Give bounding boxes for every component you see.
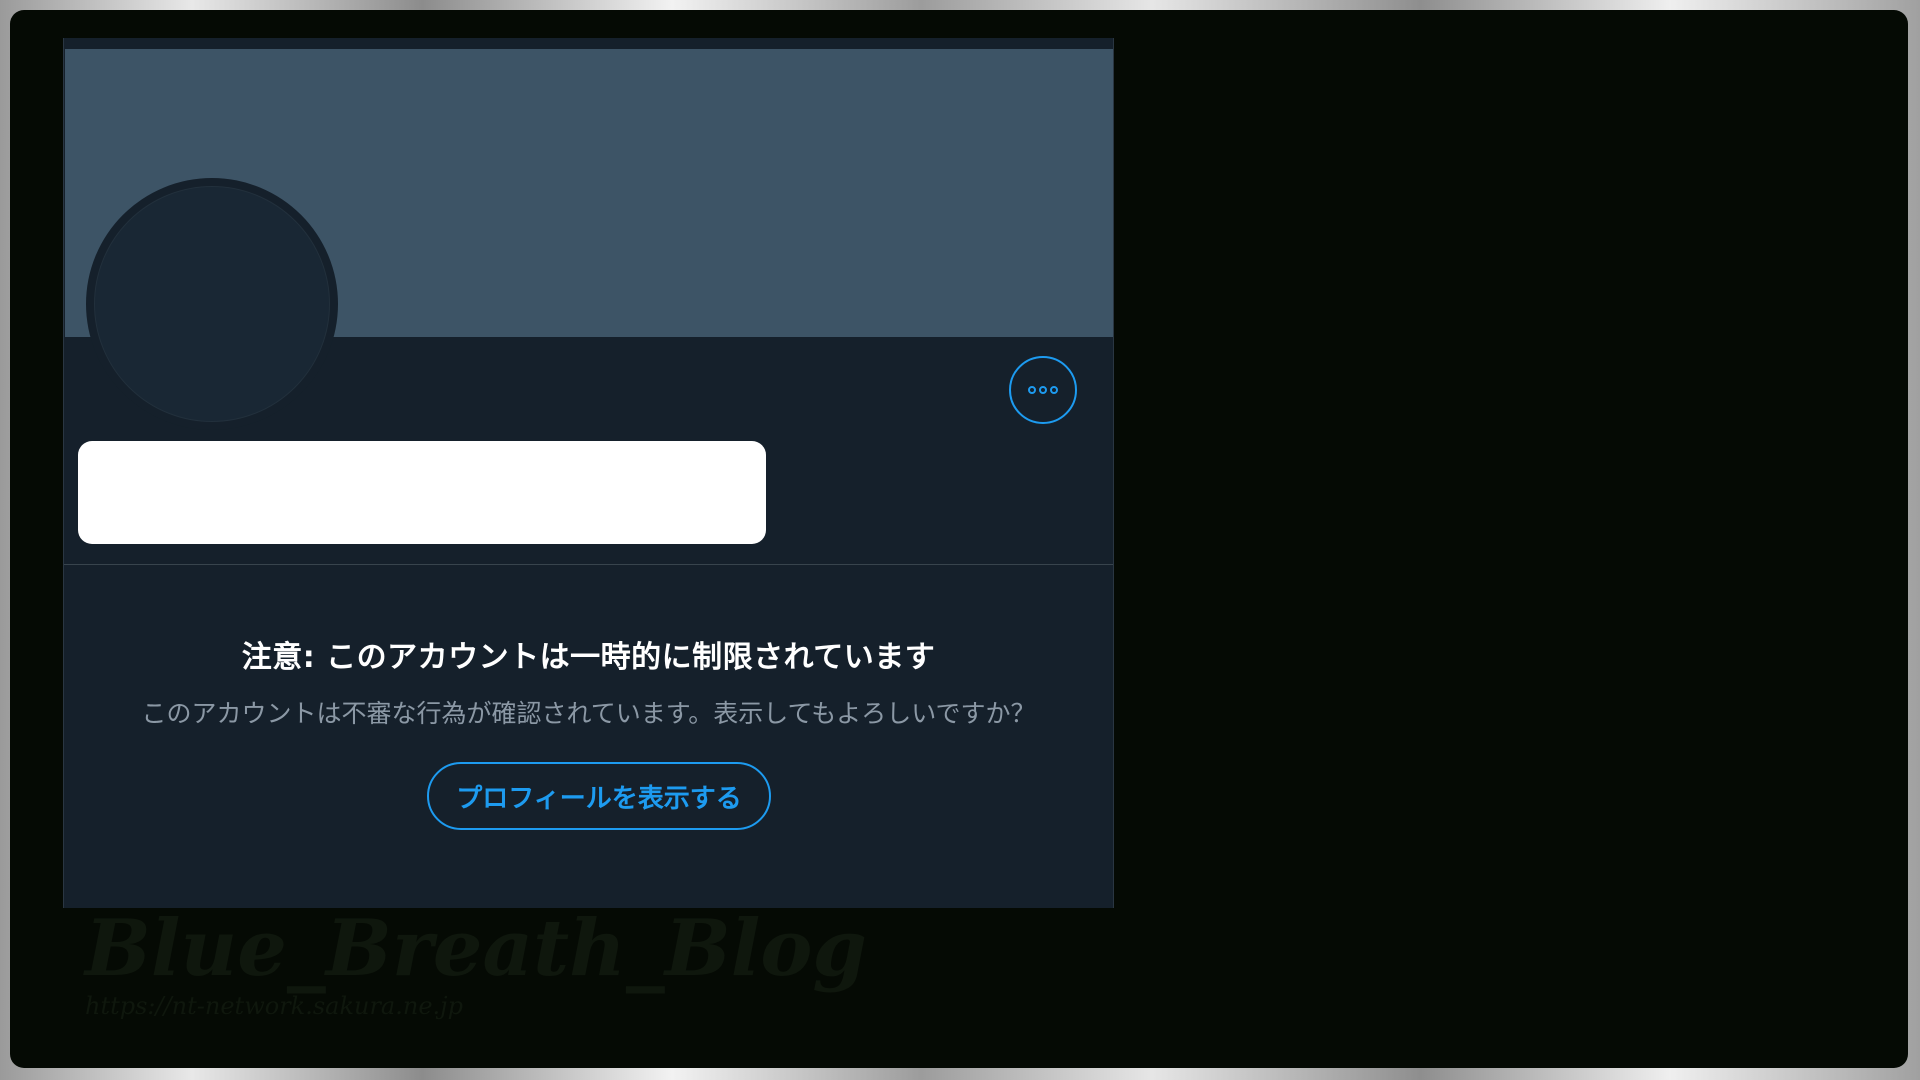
- avatar: [86, 178, 338, 430]
- watermark-url: https://nt-network.sakura.ne.jp: [85, 992, 463, 1020]
- view-profile-button[interactable]: プロフィールを表示する: [427, 762, 771, 830]
- profile-card: 注意: このアカウントは一時的に制限されています このアカウントは不審な行為が確…: [63, 38, 1114, 908]
- screen: 注意: このアカウントは一時的に制限されています このアカウントは不審な行為が確…: [10, 10, 1908, 1068]
- more-button[interactable]: [1009, 356, 1077, 424]
- warning-title: 注意: このアカウントは一時的に制限されています: [241, 640, 936, 675]
- redacted-display-name: [78, 441, 766, 544]
- more-dot-icon: [1028, 386, 1036, 394]
- warning-description: このアカウントは不審な行為が確認されています。表示してもよろしいですか？: [141, 699, 1036, 728]
- watermark: Blue_Breath_Blog https://nt-network.saku…: [85, 903, 867, 1021]
- more-dot-icon: [1050, 386, 1058, 394]
- avatar-image: [94, 186, 330, 422]
- divider: [64, 564, 1113, 565]
- more-dot-icon: [1039, 386, 1047, 394]
- watermark-title: Blue_Breath_Blog: [85, 903, 867, 994]
